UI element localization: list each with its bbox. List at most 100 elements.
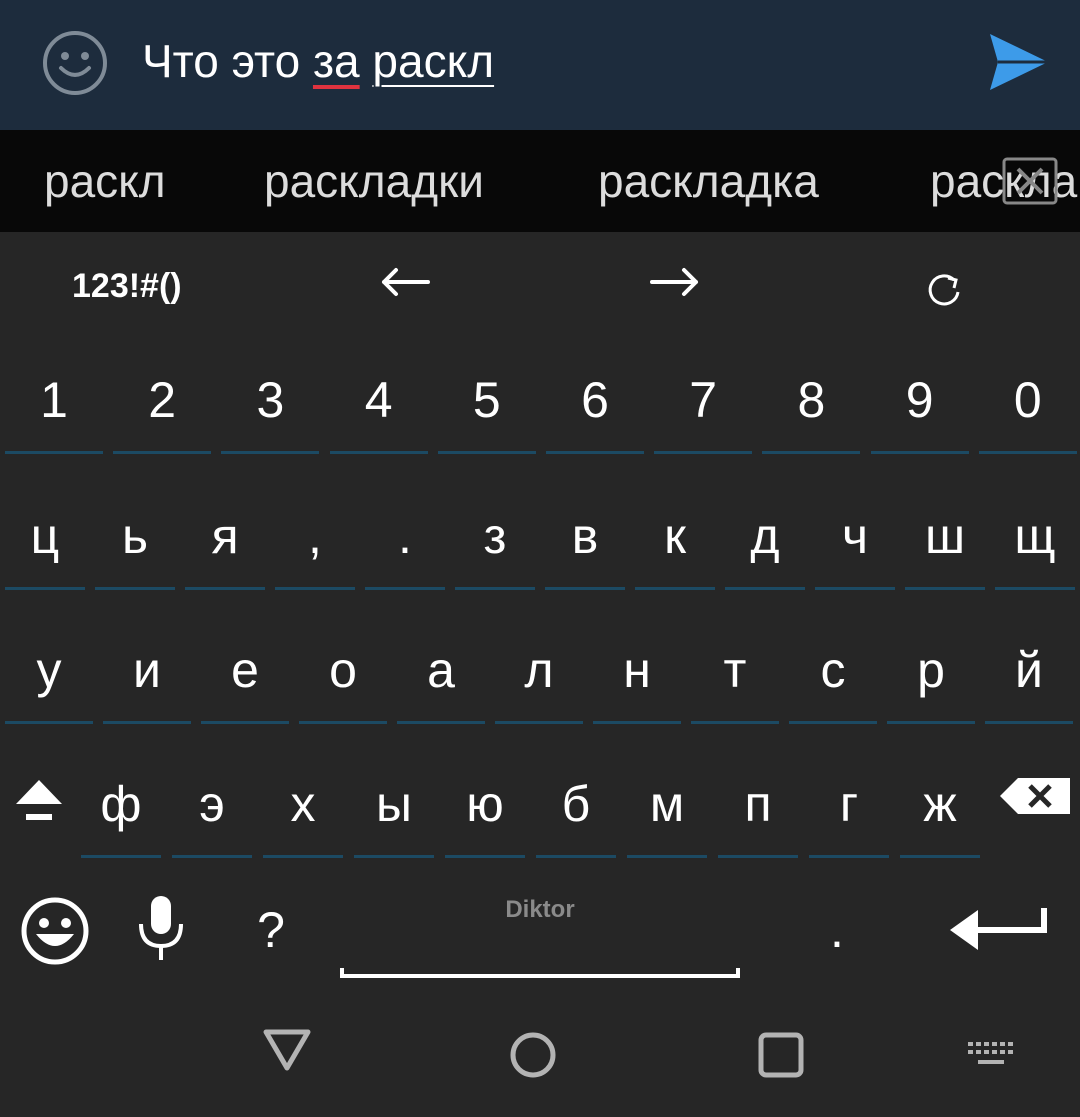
key-underline — [5, 721, 93, 724]
key-row3-7[interactable]: п — [718, 774, 798, 858]
key-underline — [275, 587, 355, 590]
key-underline — [887, 721, 975, 724]
suggestion-item[interactable]: раскладка — [598, 130, 819, 232]
key-row3-2[interactable]: х — [263, 774, 343, 858]
key-underline — [103, 721, 191, 724]
key-label: у — [36, 642, 62, 698]
key-row1-4[interactable]: . — [365, 506, 445, 590]
recents-square-icon[interactable] — [756, 1030, 806, 1080]
key-numbers-9[interactable]: 0 — [978, 370, 1077, 454]
emoji-icon[interactable] — [42, 30, 108, 96]
key-row3-9[interactable]: ж — [900, 774, 980, 858]
key-numbers-3[interactable]: 4 — [329, 370, 428, 454]
cursor-right-icon[interactable] — [650, 264, 700, 300]
key-row1-3[interactable]: , — [275, 506, 355, 590]
suggestion-item[interactable]: раскладки — [264, 130, 484, 232]
home-circle-icon[interactable] — [508, 1030, 558, 1080]
key-label: ф — [100, 776, 142, 832]
key-label: р — [917, 642, 945, 698]
period-key[interactable]: . — [812, 900, 862, 960]
key-row1-0[interactable]: ц — [5, 506, 85, 590]
key-label: х — [290, 776, 316, 832]
key-label: и — [133, 642, 161, 698]
key-row2-8[interactable]: с — [789, 640, 877, 724]
enter-icon[interactable] — [948, 904, 1048, 956]
key-row3-6[interactable]: м — [627, 774, 707, 858]
period-key-label: . — [830, 902, 844, 958]
key-row1-1[interactable]: ь — [95, 506, 175, 590]
key-label: п — [744, 776, 772, 832]
message-input[interactable]: Что это за раскл — [142, 30, 494, 92]
key-row1-6[interactable]: в — [545, 506, 625, 590]
key-numbers-5[interactable]: 6 — [546, 370, 644, 454]
key-numbers-1[interactable]: 2 — [113, 370, 212, 454]
key-row3-4[interactable]: ю — [445, 774, 525, 858]
key-row2-0[interactable]: у — [5, 640, 93, 724]
key-label: 9 — [905, 372, 934, 428]
cursor-left-icon[interactable] — [380, 264, 430, 300]
key-row1-11[interactable]: щ — [995, 506, 1075, 590]
key-numbers-2[interactable]: 3 — [221, 370, 320, 454]
key-numbers-4[interactable]: 5 — [437, 370, 536, 454]
key-row2-6[interactable]: н — [593, 640, 681, 724]
key-numbers-8[interactable]: 9 — [870, 370, 969, 454]
refresh-icon[interactable] — [924, 272, 964, 310]
numbers-symbols-key[interactable]: 123!#() — [72, 264, 182, 308]
key-numbers-7[interactable]: 8 — [762, 370, 861, 454]
send-icon[interactable] — [988, 32, 1050, 92]
microphone-icon[interactable] — [136, 894, 186, 962]
back-triangle-icon[interactable] — [262, 1028, 312, 1072]
key-underline — [762, 451, 861, 454]
key-underline — [221, 451, 320, 454]
key-numbers-0[interactable]: 1 — [5, 370, 103, 454]
key-row2-1[interactable]: и — [103, 640, 191, 724]
key-row1-10[interactable]: ш — [905, 506, 985, 590]
key-row3-5[interactable]: б — [536, 774, 616, 858]
key-label: д — [750, 508, 780, 564]
key-label: э — [199, 776, 225, 832]
key-row2-2[interactable]: е — [201, 640, 289, 724]
key-row2-9[interactable]: р — [887, 640, 975, 724]
key-row2-5[interactable]: л — [495, 640, 583, 724]
key-row2-7[interactable]: т — [691, 640, 779, 724]
key-label: 8 — [797, 372, 826, 428]
key-label: 6 — [581, 372, 609, 428]
key-row2-3[interactable]: о — [299, 640, 387, 724]
key-underline — [654, 451, 753, 454]
key-row1-9[interactable]: ч — [815, 506, 895, 590]
key-row2-10[interactable]: й — [985, 640, 1073, 724]
key-label: з — [483, 508, 507, 564]
keyboard-icon[interactable] — [968, 1040, 1014, 1068]
key-numbers-6[interactable]: 7 — [654, 370, 753, 454]
key-label: . — [398, 508, 412, 564]
backspace-icon[interactable] — [998, 776, 1072, 816]
question-key[interactable]: ? — [246, 900, 296, 960]
close-suggestions-icon[interactable] — [1002, 157, 1058, 205]
key-row1-2[interactable]: я — [185, 506, 265, 590]
key-label: л — [524, 642, 554, 698]
suggestion-item[interactable]: раскл — [44, 130, 166, 232]
key-underline — [185, 587, 265, 590]
key-row3-1[interactable]: э — [172, 774, 252, 858]
key-row1-8[interactable]: д — [725, 506, 805, 590]
key-label: т — [723, 642, 747, 698]
key-row3-3[interactable]: ы — [354, 774, 434, 858]
key-row1-7[interactable]: к — [635, 506, 715, 590]
key-row2-4[interactable]: а — [397, 640, 485, 724]
key-underline — [718, 855, 798, 858]
key-row1-5[interactable]: з — [455, 506, 535, 590]
input-text-misspelled: за — [312, 35, 360, 87]
key-underline — [172, 855, 252, 858]
key-row3-8[interactable]: г — [809, 774, 889, 858]
key-underline — [725, 587, 805, 590]
key-underline — [627, 855, 707, 858]
key-row3-0[interactable]: ф — [81, 774, 161, 858]
key-label: ц — [30, 508, 60, 564]
question-key-label: ? — [257, 902, 285, 958]
key-label: г — [839, 776, 859, 832]
key-label: н — [623, 642, 651, 698]
space-bar[interactable]: Diktor — [340, 896, 740, 982]
key-label: в — [571, 508, 599, 564]
shift-icon[interactable] — [14, 778, 64, 824]
emoji-key-icon[interactable] — [20, 896, 90, 966]
